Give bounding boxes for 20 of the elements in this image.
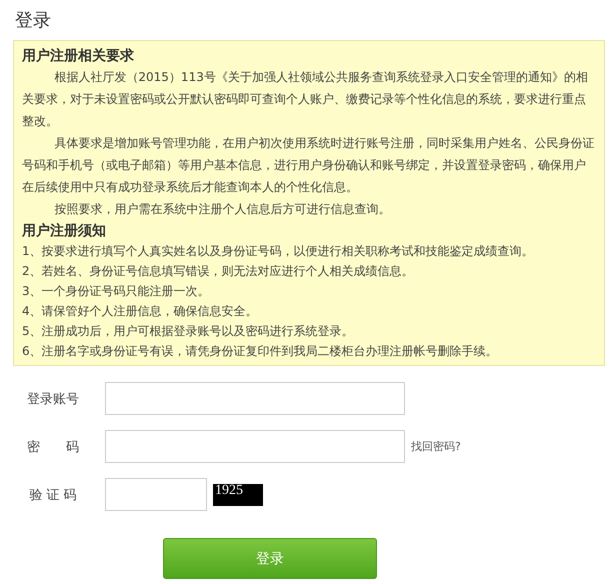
field-label: 验 证 码 bbox=[28, 486, 78, 504]
notice-item: 2、若姓名、身份证号信息填写错误，则无法对应进行个人相关成绩信息。 bbox=[22, 263, 415, 280]
notice-item: 5、注册成功后，用户可根据登录账号以及密码进行系统登录。 bbox=[22, 323, 355, 340]
field-label: 登录账号 bbox=[26, 390, 80, 408]
notice-paragraph: 按照要求，用户需在系统中注册个人信息后方可进行信息查询。 bbox=[53, 201, 392, 218]
page-title: 登录 bbox=[15, 9, 52, 32]
notice-paragraph: 具体要求是增加账号管理功能，在用户初次使用系统时进行账号注册，同时采集用户姓名、公民身份证号码和手机号（或电子邮箱）等用户基本信息，进行用户身份确认和账号绑定，并设置登录密码，确保用户在后续使用中只有成功登录系统后才能查询本人的个性化信息。 bbox=[22, 135, 596, 196]
section-heading: 用户注册须知 bbox=[22, 222, 107, 240]
field-label: 密 码 bbox=[26, 438, 80, 456]
notice-item: 6、注册名字或身份证号有误，请凭身份证复印件到我局二楼柜台办理注册帐号删除手续。 bbox=[22, 343, 499, 360]
notice-item: 3、一个身份证号码只能注册一次。 bbox=[22, 283, 211, 300]
notice-paragraph: 根据人社厅发（2015）113号《关于加强人社领域公共服务查询系统登录入口安全管理的通知》的相关要求，对于未设置密码或公开默认密码即可查询个人账户、缴费记录等个性化信息的系统，要求进行重点整改。 bbox=[22, 69, 589, 130]
input-field[interactable] bbox=[105, 382, 405, 415]
forgot-password-link[interactable]: 找回密码? bbox=[411, 439, 461, 454]
captcha-field[interactable] bbox=[105, 478, 207, 511]
notice-item: 1、按要求进行填写个人真实姓名以及身份证号码，以便进行相关职称考试和技能鉴定成绩查询。 bbox=[22, 243, 535, 260]
password-field[interactable] bbox=[105, 430, 405, 463]
captcha-image[interactable]: 1925 bbox=[213, 484, 263, 506]
notice-item: 4、请保管好个人注册信息，确保信息安全。 bbox=[22, 303, 259, 320]
section-heading: 用户注册相关要求 bbox=[22, 47, 135, 65]
